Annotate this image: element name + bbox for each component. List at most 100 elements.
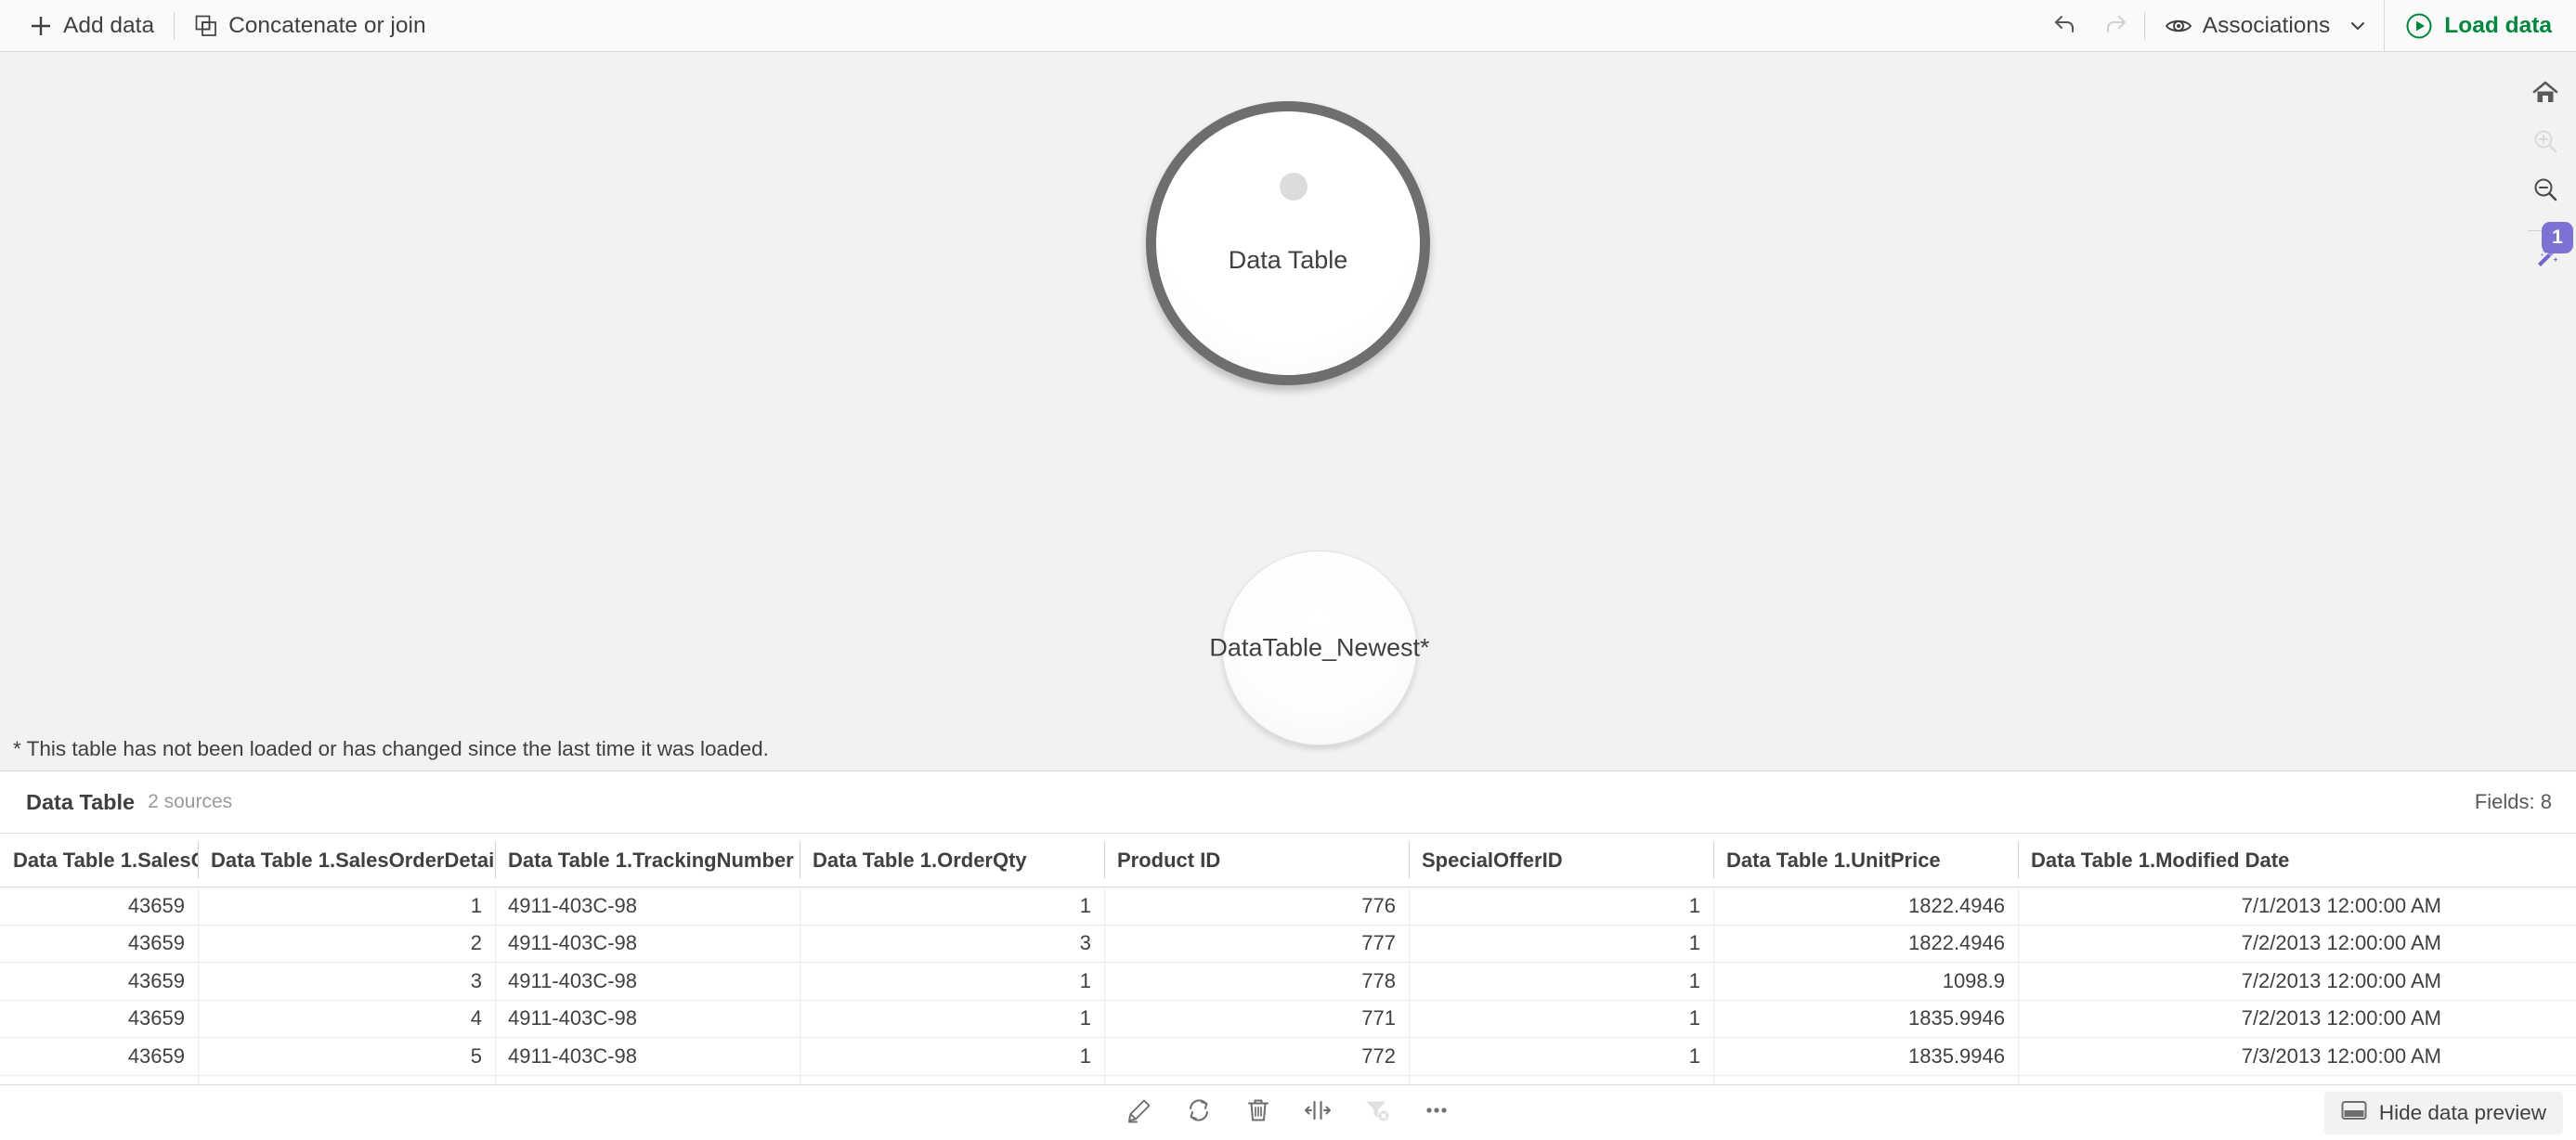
table-cell[interactable]: 772 <box>1104 1038 1409 1075</box>
table-cell[interactable]: 1098.9 <box>1713 963 2018 1000</box>
table-cell[interactable]: 1 <box>800 1038 1104 1075</box>
preview-fields-count: Fields: 8 <box>2474 790 2552 813</box>
table-cell[interactable]: 7/2/2013 12:00:00 AM <box>2018 1000 2454 1038</box>
panel-icon <box>2341 1100 2367 1126</box>
table-row[interactable]: 43659 2 4911-403C-98 3 777 1 1822.4946 7/2/2013… <box>0 925 2576 963</box>
table-row[interactable]: 43659 1 4911-403C-98 1 776 1 1822.4946 7/1/2013… <box>0 887 2576 926</box>
refresh-icon <box>1184 1095 1214 1130</box>
table-cell[interactable]: 43659 <box>0 926 198 963</box>
table-bubble-datatable-newest[interactable]: DataTable_Newest* <box>1209 551 1430 745</box>
recommended-associations-button[interactable]: 1 <box>2519 222 2573 285</box>
table-bubble-data-table[interactable]: Data Table <box>1146 101 1430 385</box>
zoom-in-button[interactable] <box>2519 119 2571 167</box>
home-button[interactable] <box>2519 71 2571 119</box>
table-cell[interactable]: 778 <box>1104 963 1409 1000</box>
table-cell[interactable]: 1822.4946 <box>1713 887 2018 925</box>
unloaded-table-footnote: * This table has not been loaded or has … <box>13 737 769 760</box>
home-icon <box>2531 79 2559 111</box>
associations-button[interactable]: Associations <box>2149 0 2385 51</box>
more-actions-button[interactable] <box>1407 1086 1466 1140</box>
table-cell[interactable]: 4911-403C-98 <box>495 963 800 1000</box>
table-cell[interactable]: 776 <box>1104 887 1409 925</box>
toolbar-divider-1 <box>174 11 176 40</box>
load-data-button[interactable]: Load data <box>2384 0 2576 51</box>
table-row[interactable]: 43659 4 4911-403C-98 1 771 1 1835.9946 7/2/2013… <box>0 1000 2576 1038</box>
table-cell[interactable]: 1 <box>800 1000 1104 1038</box>
hide-data-preview-button[interactable]: Hide data preview <box>2323 1091 2563 1134</box>
table-cell[interactable]: 7/1/2013 12:00:00 AM <box>2018 887 2454 925</box>
concatenate-or-join-label: Concatenate or join <box>228 12 426 38</box>
trash-icon <box>1243 1095 1273 1130</box>
table-cell[interactable]: 2 <box>198 925 495 963</box>
table-cell[interactable]: 43659 <box>0 963 198 1000</box>
undo-button[interactable] <box>2040 0 2090 51</box>
table-cell[interactable]: 1 <box>800 887 1104 925</box>
refresh-table-button[interactable] <box>1169 1086 1229 1140</box>
undo-icon <box>2051 9 2079 42</box>
column-header[interactable]: Data Table 1.Modified Date <box>2018 834 2454 887</box>
table-cell[interactable]: 4911-403C-98 <box>495 887 800 925</box>
load-data-label: Load data <box>2444 12 2552 38</box>
table-cell[interactable]: 3 <box>198 963 495 1000</box>
table-cell[interactable]: 43659 <box>0 1038 198 1075</box>
table-cell[interactable]: 1 <box>1409 1000 1713 1038</box>
stacked-tables-icon <box>1262 162 1314 209</box>
table-cell[interactable]: 1822.4946 <box>1713 925 2018 963</box>
table-cell[interactable]: 1 <box>1409 925 1713 963</box>
split-columns-icon <box>1303 1095 1333 1130</box>
concatenate-icon <box>194 14 218 38</box>
column-header[interactable]: Product ID <box>1104 834 1409 887</box>
table-cell[interactable]: 5 <box>198 1038 495 1075</box>
table-cell[interactable]: 1 <box>1409 1038 1713 1075</box>
play-circle-icon <box>2405 12 2433 40</box>
table-actions-group <box>1110 1086 1466 1140</box>
zoom-out-button[interactable] <box>2519 167 2571 215</box>
column-header[interactable]: Data Table 1.TrackingNumber <box>495 834 800 887</box>
table-cell[interactable]: 1835.9946 <box>1713 1000 2018 1038</box>
table-cell[interactable]: 1 <box>1409 963 1713 1000</box>
recommendations-badge: 1 <box>2542 222 2573 253</box>
table-cell[interactable]: 1 <box>1409 887 1713 925</box>
clear-filter-icon <box>1362 1095 1392 1130</box>
clear-filters-button[interactable] <box>1347 1086 1407 1140</box>
redo-button[interactable] <box>2090 0 2140 51</box>
edit-table-button[interactable] <box>1110 1086 1169 1140</box>
delete-table-button[interactable] <box>1229 1086 1288 1140</box>
table-cell[interactable]: 777 <box>1104 925 1409 963</box>
table-cell[interactable]: 4911-403C-98 <box>495 925 800 963</box>
data-manager-app: Add data Concatenate or join Association… <box>0 0 2576 1140</box>
split-field-button[interactable] <box>1288 1086 1347 1140</box>
eye-icon <box>2165 12 2192 40</box>
column-header[interactable]: SpecialOfferID <box>1409 834 1713 887</box>
column-header[interactable]: Data Table 1.UnitPrice <box>1713 834 2018 887</box>
table-row[interactable]: 43659 3 4911-403C-98 1 778 1 1098.9 7/2/2013 12… <box>0 963 2576 1001</box>
table-cell[interactable]: 43659 <box>0 1001 198 1038</box>
table-cell[interactable]: 4911-403C-98 <box>495 1038 800 1075</box>
table-cell[interactable]: 4911-403C-98 <box>495 1000 800 1038</box>
table-bubble-label: Data Table <box>1228 245 1348 274</box>
concatenate-or-join-button[interactable]: Concatenate or join <box>178 0 441 51</box>
plus-icon <box>29 14 53 38</box>
table-cell[interactable]: 7/3/2013 12:00:00 AM <box>2018 1038 2454 1075</box>
data-model-canvas[interactable]: Data Table DataTable_Newest* * This tabl… <box>0 52 2576 771</box>
zoom-out-icon <box>2531 175 2559 208</box>
column-header[interactable]: Data Table 1.OrderQty <box>800 834 1104 887</box>
preview-table-body[interactable]: 43659 1 4911-403C-98 1 776 1 1822.4946 7/1/2013… <box>0 887 2576 1094</box>
table-cell[interactable]: 1 <box>800 963 1104 1000</box>
table-cell[interactable]: 7/2/2013 12:00:00 AM <box>2018 925 2454 963</box>
table-cell[interactable]: 1 <box>198 887 495 925</box>
ellipsis-icon <box>1422 1095 1451 1130</box>
table-cell[interactable]: 4 <box>198 1000 495 1038</box>
add-data-button[interactable]: Add data <box>13 0 170 51</box>
table-cell[interactable]: 3 <box>800 925 1104 963</box>
table-cell[interactable]: 771 <box>1104 1000 1409 1038</box>
chevron-down-icon <box>2348 16 2368 36</box>
table-cell[interactable]: 7/2/2013 12:00:00 AM <box>2018 963 2454 1000</box>
table-row[interactable]: 43659 5 4911-403C-98 1 772 1 1835.9946 7/3/2013… <box>0 1038 2576 1076</box>
pencil-icon <box>1125 1095 1154 1130</box>
table-cell[interactable]: 43659 <box>0 887 198 925</box>
canvas-right-rail: 1 <box>2515 52 2576 771</box>
table-cell[interactable]: 1835.9946 <box>1713 1038 2018 1075</box>
column-header[interactable]: Data Table 1.SalesOrderDetailID <box>198 834 495 887</box>
column-header[interactable]: Data Table 1.SalesOrderID <box>0 834 198 887</box>
